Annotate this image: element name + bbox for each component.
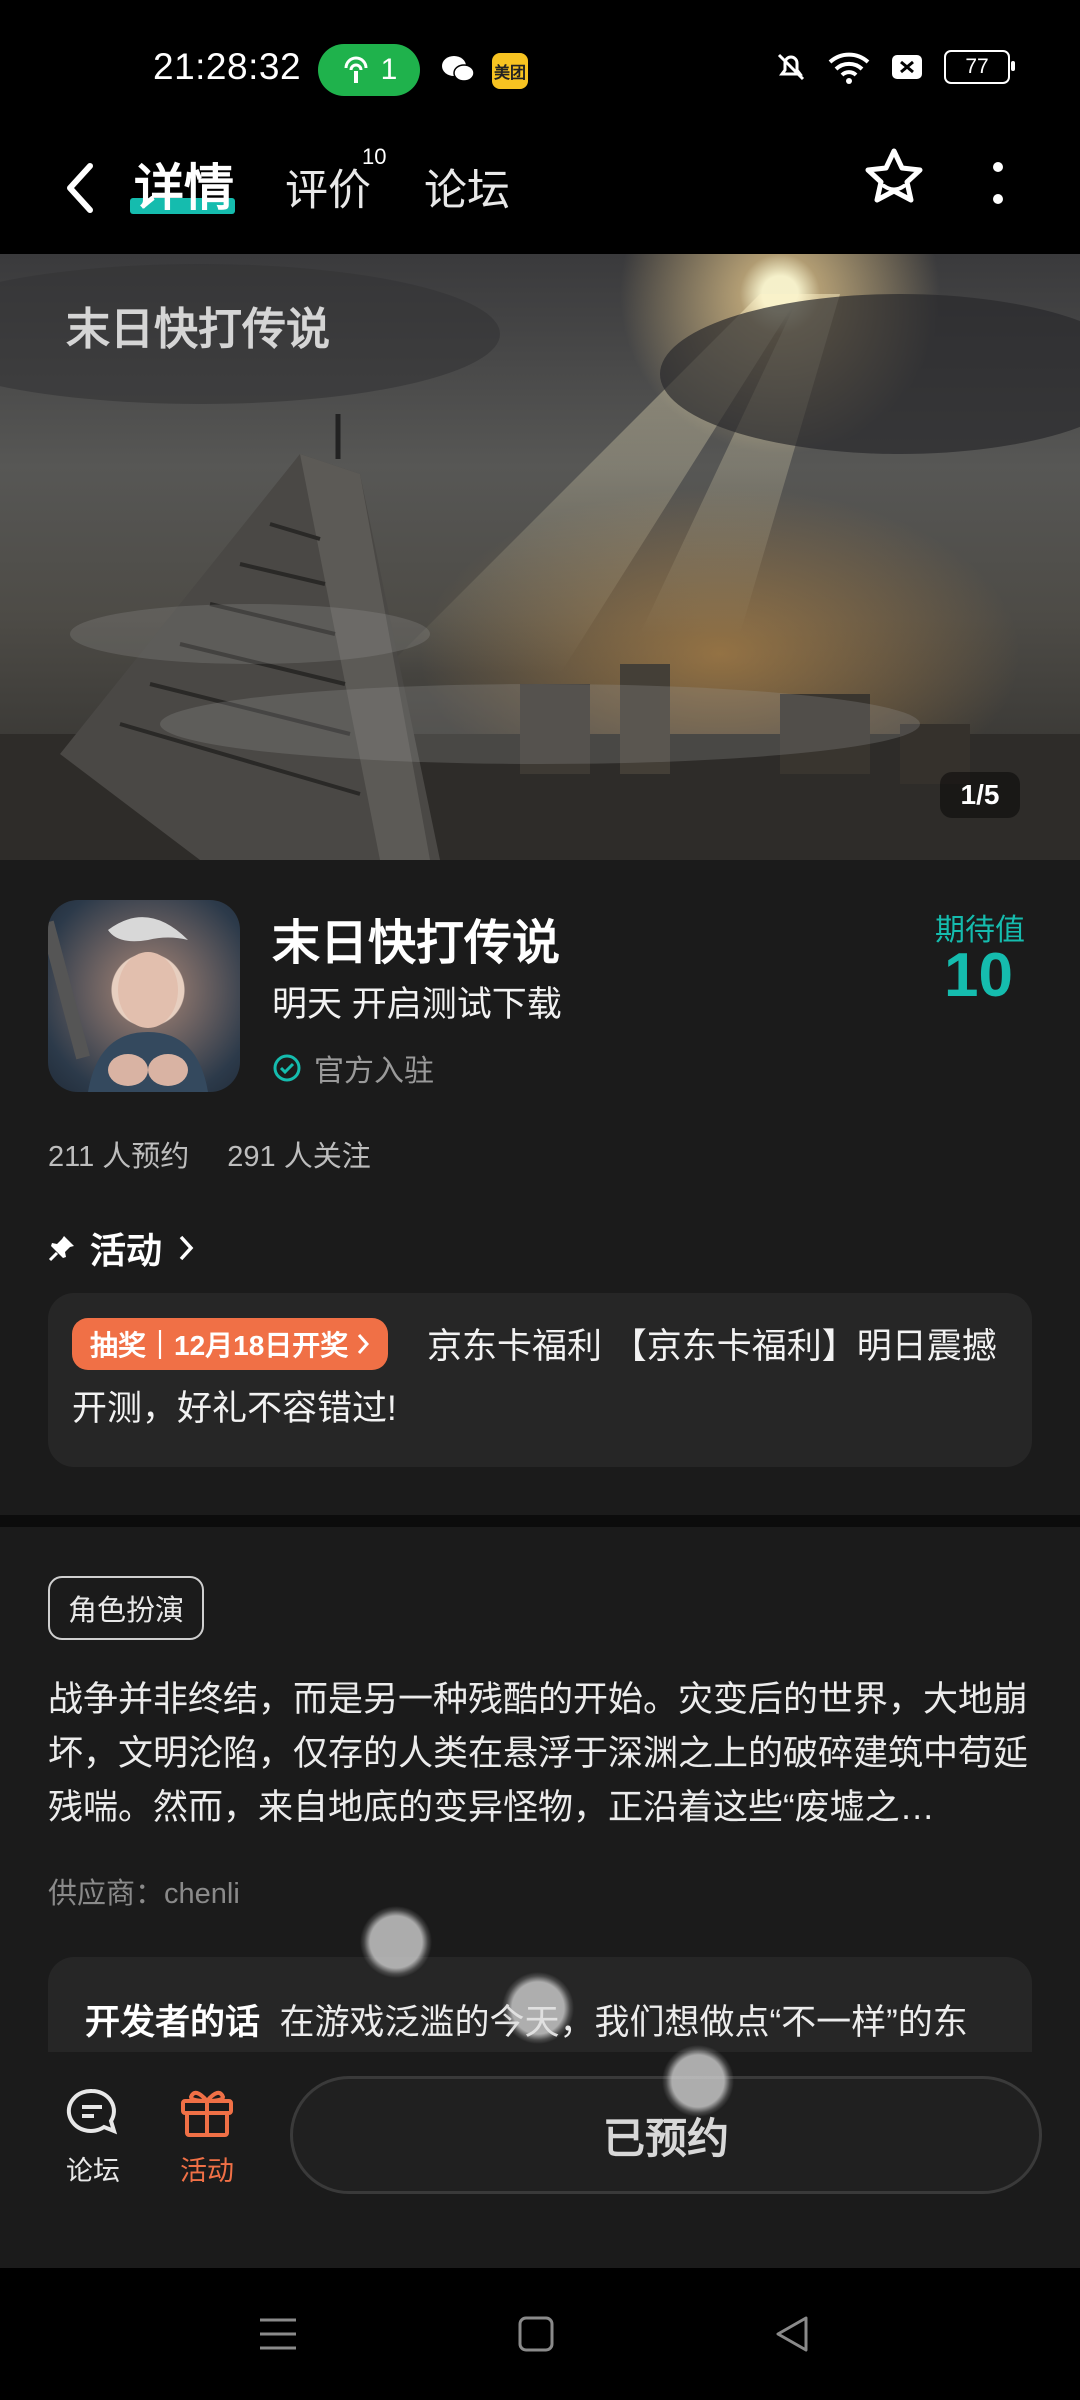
bottom-forum-label: 论坛 [66, 2156, 120, 2186]
reviews-count-badge: 10 [362, 144, 387, 169]
battery-icon: 77 [944, 50, 1015, 84]
supplier-info: 供应商：chenli [48, 1878, 240, 1910]
hotspot-count: 1 [380, 53, 398, 86]
chevron-right-icon [179, 1235, 194, 1261]
verified-label: 官方入驻 [314, 1055, 434, 1088]
app-icon [48, 900, 240, 1092]
tab-details[interactable]: 详情 [134, 148, 234, 220]
app-title: 末日快打传说 [272, 917, 561, 970]
banner-page-counter: 1/5 [940, 772, 1020, 818]
forum-chat-icon [66, 2088, 118, 2135]
hotspot-indicator: 1 [318, 44, 420, 96]
bottom-activity-button[interactable]: 活动 [162, 2085, 252, 2188]
gift-icon [181, 2090, 233, 2137]
back-triangle-icon[interactable] [768, 2310, 816, 2358]
status-right-icons: 77 [774, 50, 1015, 84]
more-vertical-icon[interactable] [993, 161, 1003, 205]
genre-tag[interactable]: 角色扮演 [48, 1576, 205, 1640]
battery-level: 77 [965, 55, 989, 78]
status-time: 21:28:32 [153, 46, 302, 87]
activity-section-header[interactable]: 活动 [48, 1222, 196, 1274]
developer-notes-label: 开发者的话 [85, 2003, 261, 2042]
section-divider [0, 1515, 1080, 1527]
follower-count: 291 人关注 [227, 1141, 371, 1173]
no-sim-icon [892, 55, 922, 79]
chevron-right-icon [358, 1334, 370, 1354]
check-circle-icon [273, 1054, 301, 1082]
app-stats: 211 人预约 291 人关注 [48, 1133, 371, 1175]
lottery-tag[interactable]: 抽奖｜12月18日开奖 [72, 1318, 389, 1370]
app-release-info: 明天 开启测试下载 [272, 985, 562, 1024]
verified-badge: 官方入驻 [272, 1046, 434, 1090]
mute-icon [777, 53, 805, 81]
recent-apps-icon[interactable] [254, 2310, 302, 2358]
activity-title: 活动 [90, 1230, 163, 1271]
banner-logo: 末日快打传说 [66, 304, 330, 355]
star-favorite-icon[interactable] [862, 146, 926, 210]
meituan-icon: 美团 [492, 53, 528, 89]
touch-indicator [360, 1906, 432, 1978]
tab-reviews[interactable]: 评价 [285, 156, 371, 218]
touch-indicator [662, 2045, 734, 2117]
bottom-activity-label: 活动 [180, 2156, 234, 2186]
home-icon[interactable] [512, 2310, 560, 2358]
pin-icon [48, 1236, 74, 1262]
reservation-count: 211 人预约 [48, 1141, 190, 1173]
developer-notes-text: 在游戏泛滥的今天，我们想做点“不一样”的东 [279, 2003, 968, 2042]
game-banner-image[interactable]: 末日快打传说 [0, 254, 1080, 860]
banner-illustration: 末日快打传说 [0, 264, 1080, 860]
lottery-tag-label: 抽奖｜12月18日开奖 [90, 1330, 349, 1361]
bottom-forum-button[interactable]: 论坛 [48, 2085, 138, 2188]
game-description[interactable]: 战争并非终结，而是另一种残酷的开始。灾变后的世界，大地崩坏，文明沦陷，仅存的人类… [48, 1673, 1032, 1835]
wechat-icon [442, 56, 475, 82]
hotspot-icon [344, 56, 368, 83]
tab-forum[interactable]: 论坛 [424, 156, 510, 218]
wifi-icon [828, 52, 870, 84]
back-arrow-icon[interactable] [62, 158, 98, 218]
expectation-value: 10 [944, 941, 1013, 1010]
touch-indicator [502, 1972, 574, 2044]
app-icon-artwork [48, 917, 208, 1092]
